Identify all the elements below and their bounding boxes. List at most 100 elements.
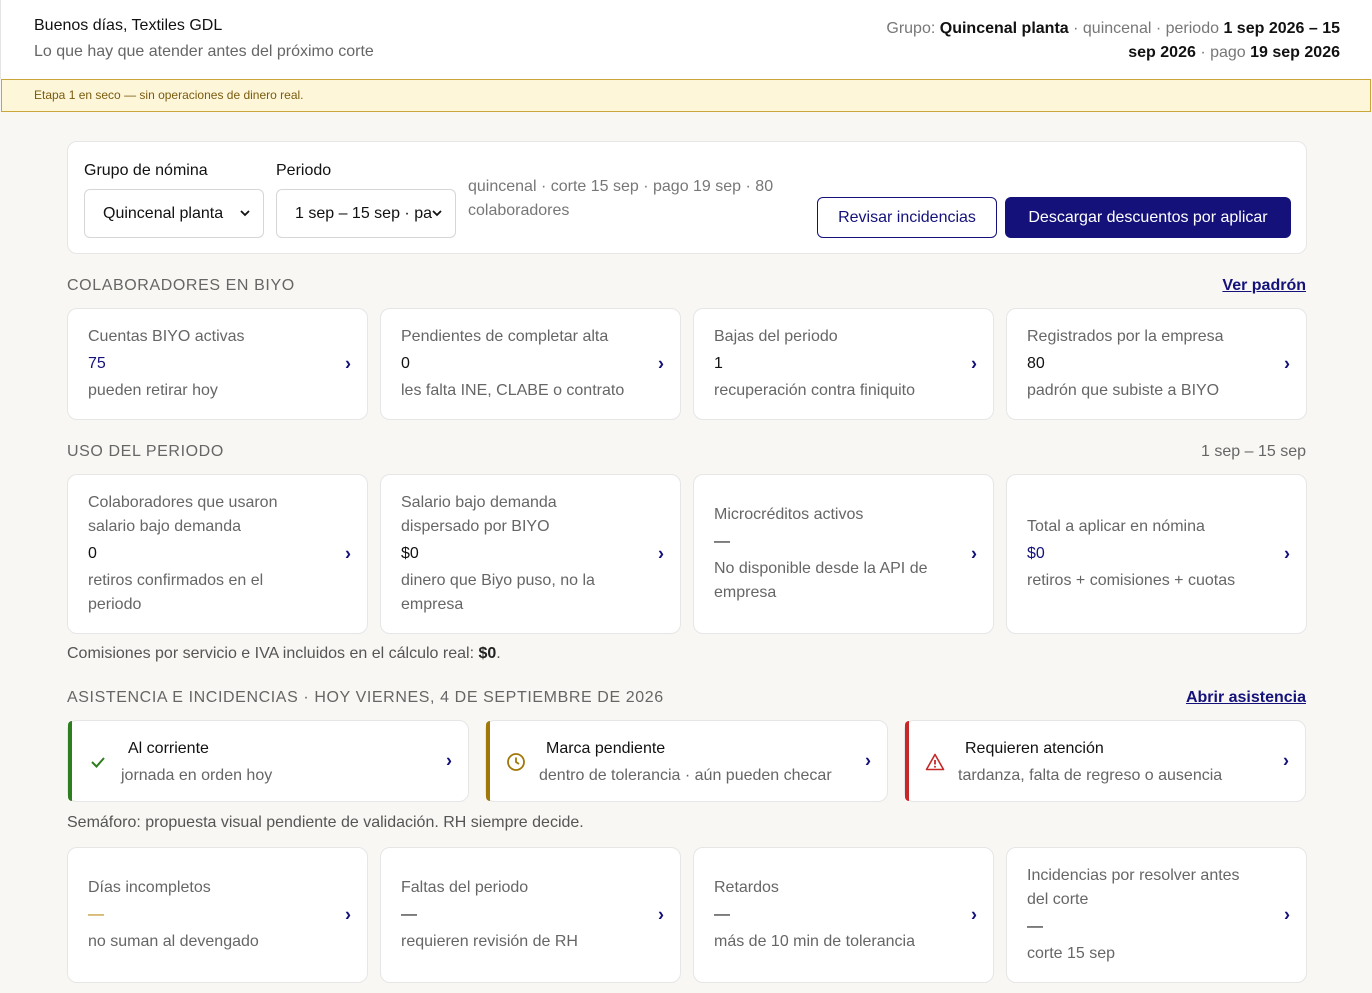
section-title-uso: USO DEL PERIODO [67, 443, 224, 460]
stat-desc: retiros confirmados en el periodo [88, 572, 264, 613]
chevron-right-icon: › [446, 750, 452, 771]
period-select-label: Periodo [276, 162, 332, 179]
chevron-right-icon: › [971, 904, 977, 925]
stat-card[interactable]: Total a aplicar en nómina $0 retiros + c… [1006, 474, 1307, 634]
status-title: Requieren atención [965, 740, 1104, 757]
stat-value: 0 [401, 355, 410, 372]
check-icon [88, 752, 108, 772]
stat-card[interactable]: Retardos — más de 10 min de tolerancia › [693, 847, 994, 983]
stat-title: Total a aplicar en nómina [1027, 518, 1205, 535]
stat-card[interactable]: Incidencias por resolver antes del corte… [1006, 847, 1307, 983]
stat-title: Bajas del periodo [714, 328, 838, 345]
status-stripe [68, 721, 72, 801]
stat-title: Colaboradores que usaron salario bajo de… [88, 494, 278, 535]
stat-desc: pueden retirar hoy [88, 382, 218, 399]
stat-desc: requieren revisión de RH [401, 933, 578, 950]
chevron-right-icon: › [658, 543, 664, 564]
chevron-right-icon: › [345, 543, 351, 564]
status-card-attention[interactable]: Requieren atención tardanza, falta de re… [904, 720, 1306, 802]
stat-desc: padrón que subiste a BIYO [1027, 382, 1220, 399]
status-card-pending[interactable]: Marca pendiente dentro de tolerancia · a… [485, 720, 888, 802]
fees-note: Comisiones por servicio e IVA incluidos … [67, 645, 501, 663]
chevron-right-icon: › [658, 353, 664, 374]
status-desc: jornada en orden hoy [121, 767, 273, 784]
status-stripe [905, 721, 909, 801]
fees-note-end: . [496, 645, 501, 662]
semaphore-note: Semáforo: propuesta visual pendiente de … [67, 814, 584, 831]
open-attendance-link[interactable]: Abrir asistencia [1186, 689, 1306, 707]
chevron-right-icon: › [658, 904, 664, 925]
stat-title: Microcréditos activos [714, 506, 864, 523]
period-range: 1 sep – 15 sep [1201, 443, 1306, 460]
chevron-right-icon: › [971, 353, 977, 374]
group-pay-date: 19 sep 2026 [1250, 44, 1340, 61]
chevron-right-icon: › [1284, 543, 1290, 564]
status-stripe [486, 721, 490, 801]
period-meta: quincenal · corte 15 sep · pago 19 sep ·… [468, 178, 774, 219]
stat-value: 0 [88, 545, 97, 562]
group-select[interactable]: Quincenal planta [84, 189, 264, 238]
chevron-right-icon: › [345, 904, 351, 925]
stat-title: Cuentas BIYO activas [88, 328, 245, 345]
stat-card[interactable]: Pendientes de completar alta 0 les falta… [380, 308, 681, 420]
stat-title: Salario bajo demanda dispersado por BIYO [401, 494, 557, 535]
stat-desc: dinero que Biyo puso, no la empresa [401, 572, 595, 613]
group-sep2: · pago [1200, 44, 1246, 61]
group-summary: Grupo: Quincenal planta · quincenal · pe… [860, 17, 1340, 65]
stat-title: Pendientes de completar alta [401, 328, 609, 345]
filter-panel: Grupo de nómina Quincenal planta Periodo… [67, 141, 1307, 254]
stat-card[interactable]: Registrados por la empresa 80 padrón que… [1006, 308, 1307, 420]
period-select[interactable]: 1 sep – 15 sep · pa [276, 189, 456, 238]
dry-run-banner: Etapa 1 en seco — sin operaciones de din… [1, 79, 1371, 112]
stat-value: 1 [714, 355, 723, 372]
chevron-right-icon: › [1284, 904, 1290, 925]
group-name: Quincenal planta [939, 20, 1069, 37]
status-desc: dentro de tolerancia · aún pueden checar [539, 767, 832, 784]
status-card-ok[interactable]: Al corriente jornada en orden hoy › [67, 720, 469, 802]
top-bar: Buenos días, Textiles GDL Lo que hay que… [0, 0, 1372, 79]
section-title-colaboradores: COLABORADORES EN BIYO [67, 277, 295, 294]
stat-card[interactable]: Microcréditos activos — No disponible de… [693, 474, 994, 634]
group-sep1: · quincenal · periodo [1073, 20, 1219, 37]
period-select-value: 1 sep – 15 sep · pa [295, 205, 432, 222]
stat-value: — [88, 906, 104, 923]
group-select-value: Quincenal planta [103, 205, 224, 222]
stat-card[interactable]: Cuentas BIYO activas 75 pueden retirar h… [67, 308, 368, 420]
download-discounts-button[interactable]: Descargar descuentos por aplicar [1005, 197, 1291, 238]
fees-note-text: Comisiones por servicio e IVA incluidos … [67, 645, 475, 662]
stat-value: $0 [401, 545, 419, 562]
stat-value: — [714, 906, 730, 923]
review-incidents-button[interactable]: Revisar incidencias [817, 197, 997, 238]
stat-card[interactable]: Salario bajo demanda dispersado por BIYO… [380, 474, 681, 634]
greeting: Buenos días, Textiles GDL [34, 17, 223, 34]
chevron-right-icon: › [345, 353, 351, 374]
stat-card[interactable]: Días incompletos — no suman al devengado… [67, 847, 368, 983]
stat-desc: les falta INE, CLABE o contrato [401, 382, 625, 399]
chevron-down-icon [431, 190, 443, 237]
chevron-down-icon [239, 190, 251, 237]
stat-card[interactable]: Colaboradores que usaron salario bajo de… [67, 474, 368, 634]
subtitle: Lo que hay que atender antes del próximo… [34, 43, 374, 60]
stat-title: Registrados por la empresa [1027, 328, 1224, 345]
stat-title: Incidencias por resolver antes del corte [1027, 867, 1240, 908]
chevron-right-icon: › [1283, 750, 1289, 771]
stat-desc: recuperación contra finiquito [714, 382, 916, 399]
group-select-label: Grupo de nómina [84, 162, 208, 179]
view-roster-link[interactable]: Ver padrón [1222, 277, 1306, 295]
stat-value: — [401, 906, 417, 923]
chevron-right-icon: › [865, 750, 871, 771]
stat-title: Retardos [714, 879, 779, 896]
stat-desc: No disponible desde la API de empresa [714, 560, 928, 601]
status-desc: tardanza, falta de regreso o ausencia [958, 767, 1223, 784]
warning-icon [925, 752, 945, 772]
stat-card[interactable]: Faltas del periodo — requieren revisión … [380, 847, 681, 983]
stat-card[interactable]: Bajas del periodo 1 recuperación contra … [693, 308, 994, 420]
stat-title: Faltas del periodo [401, 879, 529, 896]
chevron-right-icon: › [971, 543, 977, 564]
stat-value: 80 [1027, 355, 1045, 372]
clock-icon [506, 752, 526, 772]
stat-desc: corte 15 sep [1027, 945, 1116, 962]
status-title: Al corriente [128, 740, 209, 757]
fees-note-value: $0 [478, 645, 497, 662]
group-prefix: Grupo: [886, 20, 936, 37]
